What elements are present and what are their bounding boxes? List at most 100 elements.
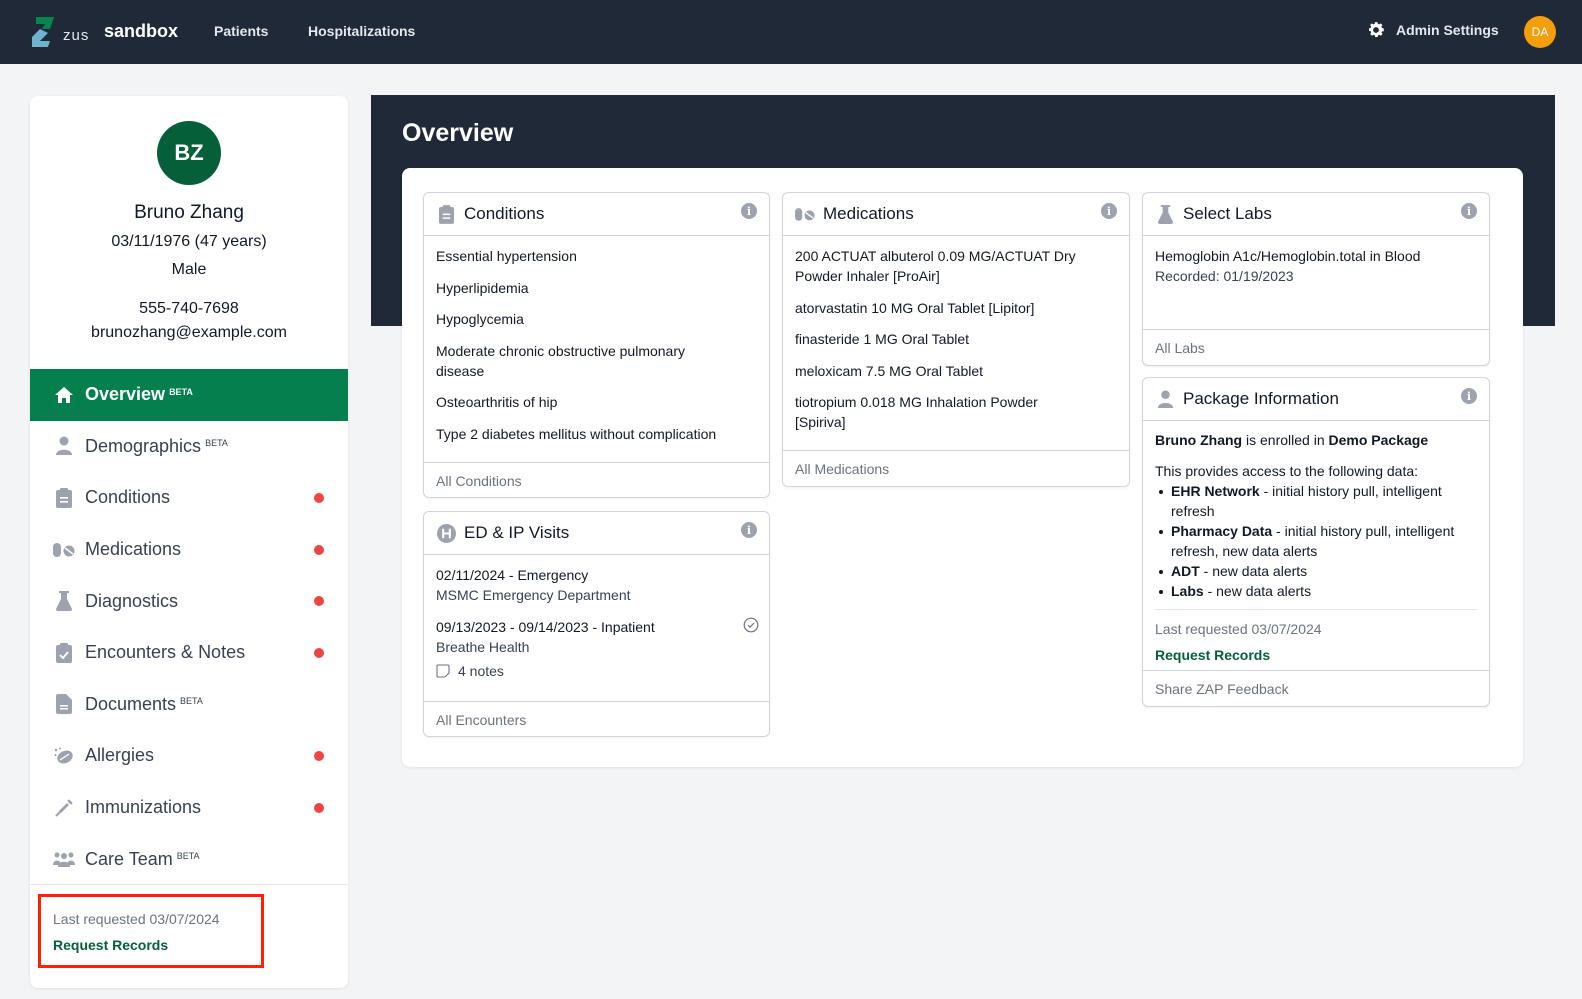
patient-phone: 555-740-7698 (139, 300, 239, 317)
gear-icon (1369, 22, 1384, 37)
zus-logo[interactable]: zus (28, 15, 89, 49)
sidebar-item-encounters-notes[interactable]: Encounters & Notes (30, 627, 348, 679)
sidebar-item-conditions[interactable]: Conditions (30, 472, 348, 524)
ed-ip-visits-card: ED & IP Visits i 02/11/2024 - Emergency … (423, 511, 770, 737)
sidebar-item-label: Care Team (85, 848, 173, 869)
clipboard-list-icon (52, 486, 76, 510)
condition-item[interactable]: Hyperlipidemia (436, 278, 757, 298)
admin-settings-button[interactable]: Admin Settings (1366, 20, 1499, 40)
pills-icon (795, 204, 815, 224)
reviewed-check-icon (743, 617, 759, 638)
notes-count: 4 notes (458, 662, 504, 679)
all-medications-link[interactable]: All Medications (783, 450, 1129, 486)
home-icon (52, 383, 76, 407)
patient-sex: Male (171, 261, 207, 278)
sidebar-item-diagnostics[interactable]: Diagnostics (30, 575, 348, 627)
sidebar-item-label: Overview (85, 384, 166, 405)
medication-item[interactable]: tiotropium 0.018 MG Inhalation Powder [S… (795, 392, 1117, 432)
all-labs-link[interactable]: All Labs (1143, 329, 1489, 365)
user-icon (52, 434, 76, 458)
card-title: Conditions (464, 204, 545, 223)
condition-item[interactable]: Osteoarthritis of hip (436, 392, 757, 412)
feature-name: Labs (1171, 583, 1204, 599)
alert-dot (314, 750, 324, 761)
package-request-section: Last requested 03/07/2024 Request Record… (1155, 609, 1477, 665)
beta-badge: BETA (205, 438, 228, 449)
enrolled-label: is enrolled in (1242, 432, 1329, 448)
zus-logo-icon (28, 15, 58, 49)
alert-dot (314, 492, 324, 503)
medication-item[interactable]: finasteride 1 MG Oral Tablet (795, 329, 1117, 349)
patient-name: Bruno Zhang (134, 202, 244, 223)
condition-item[interactable]: Moderate chronic obstructive pulmonary d… (436, 341, 757, 381)
medication-item[interactable]: 200 ACTUAT albuterol 0.09 MG/ACTUAT Dry … (795, 246, 1117, 286)
all-conditions-link[interactable]: All Conditions (424, 462, 769, 498)
hospital-icon (436, 523, 456, 543)
feature-desc: - new data alerts (1199, 563, 1308, 579)
sidebar-divider (30, 884, 348, 885)
feature-name: Pharmacy Data (1171, 523, 1273, 539)
info-icon[interactable]: i (741, 203, 757, 219)
package-feature: EHR Network - initial history pull, inte… (1155, 481, 1477, 521)
info-icon[interactable]: i (1461, 388, 1477, 404)
user-avatar[interactable]: DA (1524, 16, 1556, 48)
sidebar-item-demographics[interactable]: Demographics BETA (30, 421, 348, 473)
sidebar-item-label: Medications (85, 539, 182, 560)
all-encounters-link[interactable]: All Encounters (424, 701, 769, 737)
highlight-annotation (38, 894, 264, 968)
clipboard-check-icon (52, 641, 76, 665)
sidebar-item-label: Demographics (85, 435, 202, 456)
visit-title[interactable]: 02/11/2024 - Emergency (436, 565, 757, 585)
condition-item[interactable]: Hypoglycemia (436, 309, 757, 329)
card-title: ED & IP Visits (464, 523, 570, 542)
alert-dot (314, 647, 324, 658)
medication-item[interactable]: atorvastatin 10 MG Oral Tablet [Lipitor] (795, 298, 1117, 318)
package-patient-name: Bruno Zhang (1155, 432, 1243, 448)
sidebar-item-label: Allergies (85, 745, 155, 766)
sidebar-item-documents[interactable]: Documents BETA (30, 679, 348, 731)
sidebar-item-immunizations[interactable]: Immunizations (30, 782, 348, 834)
card-title: Package Information (1183, 389, 1339, 408)
patient-dob: 03/11/1976 (47 years) (111, 233, 267, 250)
sidebar-item-care-team[interactable]: Care Team BETA (30, 833, 348, 885)
info-icon[interactable]: i (1461, 203, 1477, 219)
beta-badge: BETA (180, 696, 203, 707)
select-labs-card: Select Labs i Hemoglobin A1c/Hemoglobin.… (1142, 192, 1490, 366)
share-zap-feedback-link[interactable]: Share ZAP Feedback (1143, 670, 1489, 706)
condition-item[interactable]: Essential hypertension (436, 246, 757, 266)
feature-name: ADT (1171, 563, 1200, 579)
sidebar-item-label: Conditions (85, 487, 171, 508)
user-icon (1155, 389, 1175, 409)
users-icon (52, 847, 76, 871)
admin-settings-label: Admin Settings (1396, 22, 1499, 38)
overview-panel: Conditions i Essential hypertension Hype… (402, 168, 1523, 767)
environment-label: sandbox (104, 21, 179, 41)
info-icon[interactable]: i (1101, 203, 1117, 219)
lab-name[interactable]: Hemoglobin A1c/Hemoglobin.total in Blood (1155, 246, 1477, 266)
syringe-icon (52, 796, 76, 820)
sidebar-item-medications[interactable]: Medications (30, 524, 348, 576)
patient-nav: Overview BETA Demographics BETA Conditions… (30, 369, 348, 885)
nav-link-hospitalizations[interactable]: Hospitalizations (308, 23, 415, 39)
last-requested-text: Last requested 03/07/2024 (1155, 621, 1322, 637)
top-navbar: zus sandbox Patients Hospitalizations Ad… (0, 0, 1582, 64)
info-icon[interactable]: i (741, 522, 757, 538)
condition-item[interactable]: Type 2 diabetes mellitus without complic… (436, 424, 757, 444)
beta-badge: BETA (176, 851, 200, 862)
visit-notes-link[interactable]: 4 notes (436, 663, 757, 679)
sidebar-item-label: Encounters & Notes (85, 642, 246, 663)
alert-dot (314, 596, 324, 607)
sidebar-item-allergies[interactable]: Allergies (30, 730, 348, 782)
package-features-list: EHR Network - initial history pull, inte… (1155, 481, 1477, 601)
sidebar-item-label: Diagnostics (85, 590, 179, 611)
package-intro: This provides access to the following da… (1155, 463, 1419, 479)
page-title: Overview (402, 119, 514, 147)
nav-link-patients[interactable]: Patients (214, 23, 268, 39)
alert-dot (314, 544, 324, 555)
sidebar-item-overview[interactable]: Overview BETA (30, 369, 348, 421)
visit-title[interactable]: 09/13/2023 - 09/14/2023 - Inpatient (436, 617, 757, 637)
medication-item[interactable]: meloxicam 7.5 MG Oral Tablet (795, 361, 1117, 381)
lab-recorded-date: Recorded: 01/19/2023 (1155, 268, 1294, 284)
sidebar-item-label: Immunizations (85, 797, 202, 818)
request-records-link[interactable]: Request Records (1155, 645, 1477, 665)
